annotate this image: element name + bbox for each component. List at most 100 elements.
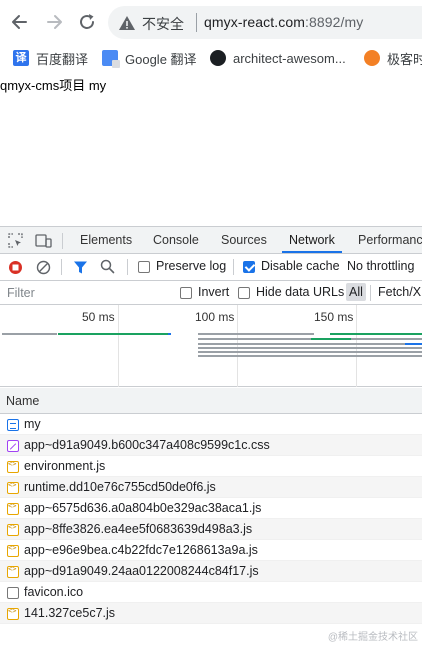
request-name: environment.js <box>24 459 106 473</box>
name-column-header[interactable]: Name <box>6 394 39 408</box>
toolbar-divider <box>61 259 62 275</box>
url-host: qmyx-react.com <box>204 14 305 30</box>
request-row[interactable]: runtime.dd10e76c755cd50de0f6.js <box>0 477 422 498</box>
github-icon <box>210 50 226 66</box>
timeline-tick-label: 50 ms <box>82 310 115 324</box>
bookmark-label: Google 翻译 <box>125 51 197 67</box>
address-divider <box>196 13 197 32</box>
devtools-panel: Elements Console Sources Network Perform… <box>0 226 422 646</box>
bookmark-baidu-fanyi[interactable]: 译 百度翻译 <box>13 48 88 68</box>
invert-label: Invert <box>198 285 230 299</box>
request-row[interactable]: app~e96e9bea.c4b22fdc7e1268613a9a.js <box>0 540 422 561</box>
timeline-gridline <box>237 305 238 387</box>
request-row[interactable]: favicon.ico <box>0 582 422 603</box>
clear-icon[interactable] <box>36 260 51 275</box>
tab-sources[interactable]: Sources <box>221 233 267 247</box>
filter-type-fetch-xhr[interactable]: Fetch/XH <box>378 285 422 299</box>
search-icon[interactable] <box>100 259 115 274</box>
active-tab-indicator <box>282 251 342 253</box>
filter-divider <box>370 285 371 301</box>
request-row[interactable]: app~6575d636.a0a804b0e329ac38aca1.js <box>0 498 422 519</box>
request-name: app~d91a9049.24aa0122008244c84f17.js <box>24 564 259 578</box>
hide-data-urls-checkbox[interactable] <box>238 287 250 299</box>
file-icon <box>7 587 19 599</box>
waterfall-bar <box>2 333 57 335</box>
address-bar[interactable]: 不安全 qmyx-react.com:8892/my <box>108 6 422 39</box>
filter-funnel-icon[interactable] <box>73 260 88 275</box>
script-icon <box>7 481 19 494</box>
page-content-text: qmyx-cms项目 my <box>0 78 107 93</box>
google-translate-icon <box>102 50 120 68</box>
reload-icon[interactable] <box>77 12 97 32</box>
tab-elements[interactable]: Elements <box>80 233 132 247</box>
invert-checkbox[interactable] <box>180 287 192 299</box>
disable-cache-checkbox[interactable] <box>243 261 255 273</box>
script-icon <box>7 565 19 578</box>
requests-table-header: Name <box>0 388 422 414</box>
preserve-log-label: Preserve log <box>156 259 227 273</box>
requests-list: my app~d91a9049.b600c347a408c9599c1c.css e… <box>0 414 422 624</box>
throttling-select[interactable]: No throttling <box>347 259 414 273</box>
request-name: 141.327ce5c7.js <box>24 606 116 620</box>
watermark: @稀土掘金技术社区 <box>327 632 418 643</box>
request-name: favicon.ico <box>24 585 84 599</box>
preserve-log-checkbox[interactable] <box>138 261 150 273</box>
record-stop-icon[interactable] <box>8 260 23 275</box>
forward-arrow-icon[interactable] <box>44 12 64 32</box>
request-name: app~d91a9049.b600c347a408c9599c1c.css <box>24 438 270 452</box>
waterfall-bar <box>198 351 422 353</box>
tab-bar-divider <box>62 233 63 249</box>
waterfall-bar <box>198 355 422 357</box>
script-icon <box>7 523 19 536</box>
request-name: app~8ffe3826.ea4ee5f0683639d498a3.js <box>24 522 253 536</box>
url-path: :8892/my <box>304 14 364 30</box>
warning-triangle-icon[interactable] <box>118 14 136 32</box>
script-icon <box>7 544 19 557</box>
tab-network[interactable]: Network <box>289 233 335 247</box>
bookmark-geektime[interactable]: 极客时 <box>364 48 422 68</box>
timeline-gridline <box>356 305 357 387</box>
request-name: app~6575d636.a0a804b0e329ac38aca1.js <box>24 501 262 515</box>
tab-performance[interactable]: Performance <box>358 233 422 247</box>
request-row[interactable]: 141.327ce5c7.js <box>0 603 422 624</box>
inspect-element-icon[interactable] <box>8 233 23 248</box>
request-row[interactable]: my <box>0 414 422 435</box>
baidu-fanyi-icon: 译 <box>13 50 29 66</box>
tab-console[interactable]: Console <box>153 233 199 247</box>
waterfall-bar <box>302 333 314 335</box>
waterfall-bar <box>58 333 168 335</box>
filter-input[interactable]: Filter <box>7 286 35 300</box>
timeline-tick-label: 150 ms <box>314 310 354 324</box>
network-overview-timeline: 50 ms 100 ms 150 ms <box>0 305 422 387</box>
bookmarks-bar: 译 百度翻译 Google 翻译 architect-awesom... 极客时 <box>0 44 422 72</box>
url-text[interactable]: qmyx-react.com:8892/my <box>204 14 363 30</box>
request-row[interactable]: environment.js <box>0 456 422 477</box>
timeline-gridline <box>118 305 119 387</box>
security-status-label[interactable]: 不安全 <box>142 14 184 34</box>
waterfall-bar <box>198 338 422 340</box>
network-toolbar: Preserve log Disable cache No throttling <box>0 254 422 281</box>
bookmark-architect-awesome[interactable]: architect-awesom... <box>210 48 346 68</box>
hide-data-urls-label: Hide data URLs <box>256 285 345 299</box>
request-row[interactable]: app~d91a9049.b600c347a408c9599c1c.css <box>0 435 422 456</box>
timeline-tick-label: 100 ms <box>195 310 235 324</box>
device-toolbar-icon[interactable] <box>35 233 52 248</box>
bookmark-label: 百度翻译 <box>36 51 89 67</box>
request-row[interactable]: app~8ffe3826.ea4ee5f0683639d498a3.js <box>0 519 422 540</box>
browser-toolbar: 不安全 qmyx-react.com:8892/my <box>0 0 422 44</box>
back-arrow-icon[interactable] <box>10 12 30 32</box>
bookmark-label: architect-awesom... <box>233 50 346 66</box>
geektime-icon <box>364 50 380 66</box>
script-icon <box>7 502 19 515</box>
request-row[interactable]: app~d91a9049.24aa0122008244c84f17.js <box>0 561 422 582</box>
waterfall-bar <box>311 338 351 340</box>
request-name: my <box>24 417 41 431</box>
devtools-tab-bar: Elements Console Sources Network Perform… <box>0 227 422 254</box>
waterfall-bar <box>198 333 302 335</box>
request-name: runtime.dd10e76c755cd50de0f6.js <box>24 480 216 494</box>
bookmark-google-translate[interactable]: Google 翻译 <box>102 48 197 68</box>
filter-type-all[interactable]: All <box>346 283 366 301</box>
request-name: app~e96e9bea.c4b22fdc7e1268613a9a.js <box>24 543 258 557</box>
filter-bar: Filter Invert Hide data URLs All Fetch/X… <box>0 281 422 305</box>
bookmark-label: 极客时 <box>387 51 422 67</box>
